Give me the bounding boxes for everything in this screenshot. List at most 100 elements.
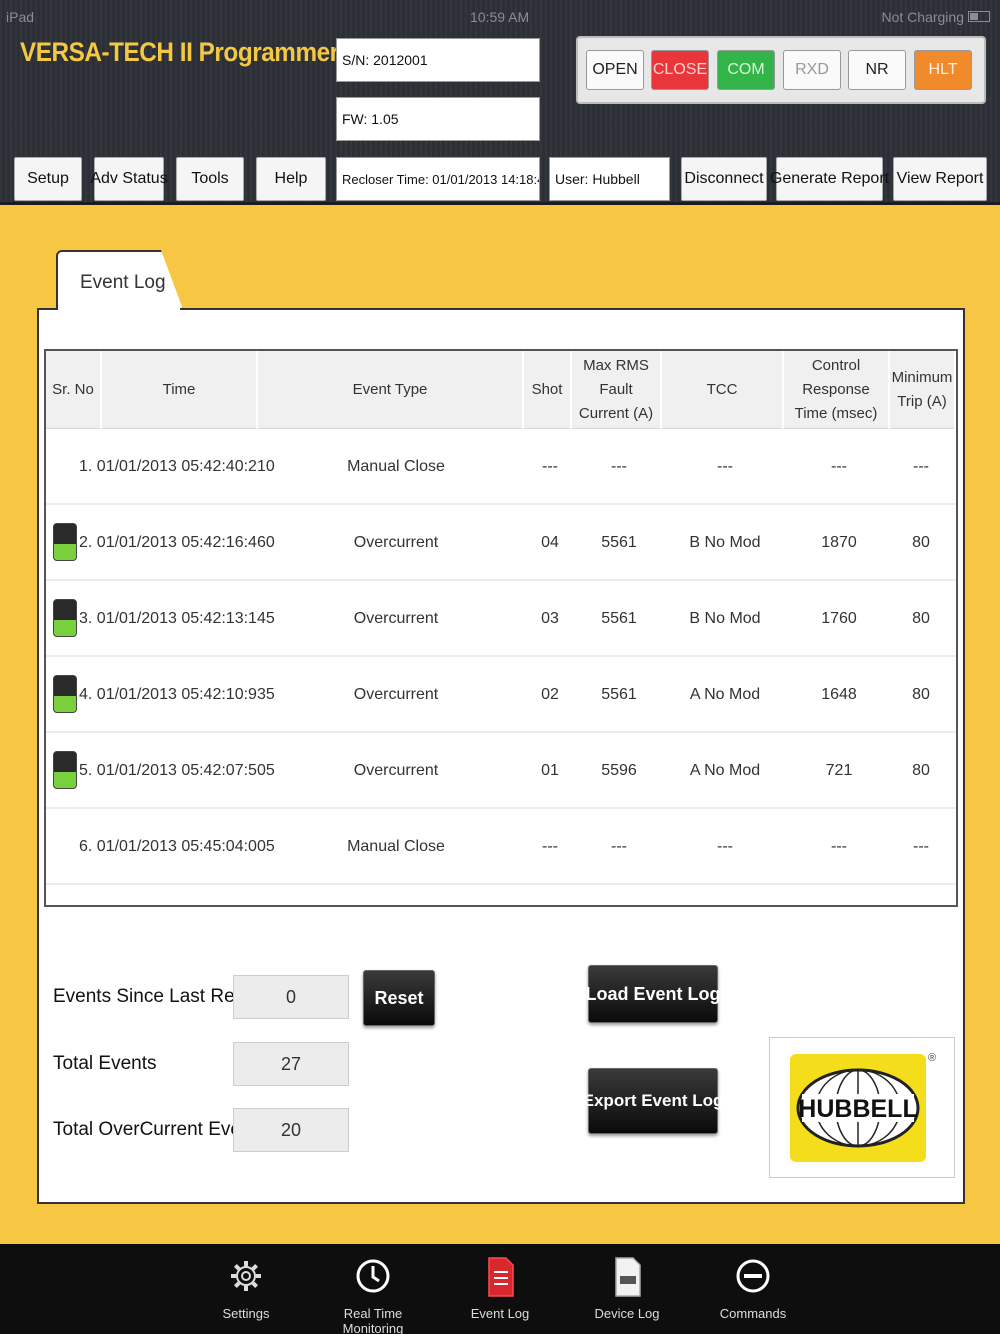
row-max-rms: 5596 [601, 762, 637, 779]
document-icon [488, 1257, 514, 1297]
row-time: 5. 01/01/2013 05:42:07:505 [79, 762, 275, 779]
hlt-indicator[interactable]: HLT [914, 50, 972, 90]
view-report-button[interactable]: View Report [893, 157, 987, 201]
tab-real-time-monitoring[interactable]: Real Time Monitoring [313, 1244, 433, 1334]
row-max-rms: 5561 [601, 686, 637, 703]
table-row-1[interactable]: 1. 01/01/2013 05:42:40:210 Manual Close … [46, 429, 956, 505]
tab-commands[interactable]: Commands [693, 1244, 813, 1334]
waveform-icon[interactable] [53, 599, 77, 637]
serial-number-field: S/N: 2012001 [336, 38, 540, 82]
row-min-trip: 80 [912, 534, 930, 551]
tab-event-log-bottom[interactable]: Event Log [440, 1244, 560, 1334]
table-row-6[interactable]: 6. 01/01/2013 05:45:04:005 Manual Close … [46, 809, 956, 885]
col-min-trip: Minimum Trip (A) [890, 351, 956, 429]
row-max-rms: 5561 [601, 610, 637, 627]
waveform-icon[interactable] [53, 751, 77, 789]
bottom-tab-bar: Settings Real Time Monitoring Event Log … [0, 1244, 1000, 1334]
export-event-log-button[interactable]: Export Event Log [583, 1068, 723, 1134]
row-tcc: B No Mod [689, 610, 761, 627]
row-tcc: B No Mod [689, 534, 761, 551]
user-field: User: Hubbell [549, 157, 670, 201]
nr-indicator[interactable]: NR [848, 50, 906, 90]
minus-circle-icon [736, 1259, 770, 1293]
clock-icon [356, 1259, 390, 1293]
tab-device-log-label: Device Log [594, 1306, 660, 1321]
tab-settings[interactable]: Settings [186, 1244, 306, 1334]
events-since-reset-label: Events Since Last Reset [53, 986, 260, 1007]
row-event-type: Manual Close [347, 458, 445, 475]
waveform-icon[interactable] [53, 675, 77, 713]
col-max-rms: Max RMS Fault Current (A) [572, 351, 662, 429]
row-time: 4. 01/01/2013 05:42:10:935 [79, 686, 275, 703]
hubbell-logo: HUBBELL ® [769, 1037, 955, 1178]
col-response-time: Control Response Time (msec) [784, 351, 890, 429]
row-shot: 04 [541, 534, 559, 551]
row-event-type: Overcurrent [353, 610, 439, 627]
col-tcc: TCC [662, 351, 784, 429]
row-tcc: --- [717, 838, 733, 855]
help-button[interactable]: Help [256, 157, 326, 201]
table-header: Sr. No Time Event Type Shot Max RMS Faul… [46, 351, 956, 429]
row-min-trip: 80 [912, 610, 930, 627]
row-max-rms: 5561 [601, 534, 637, 551]
row-max-rms: --- [611, 838, 627, 855]
row-response-time: 1648 [821, 686, 857, 703]
row-tcc: A No Mod [689, 762, 761, 779]
row-response-time: --- [831, 458, 847, 475]
gear-icon [231, 1261, 261, 1291]
total-events-value: 27 [233, 1042, 349, 1086]
rxd-indicator[interactable]: RXD [783, 50, 841, 90]
row-time: 6. 01/01/2013 05:45:04:005 [79, 838, 275, 855]
row-event-type: Overcurrent [353, 762, 439, 779]
tab-device-log[interactable]: Device Log [567, 1244, 687, 1334]
row-min-trip: --- [913, 458, 929, 475]
reset-button[interactable]: Reset [363, 970, 435, 1026]
setup-button[interactable]: Setup [14, 157, 82, 201]
hubbell-globe-icon: HUBBELL [796, 1068, 920, 1148]
ios-status-bar: iPad 10:59 AM Not Charging [0, 0, 1000, 30]
waveform-icon[interactable] [53, 523, 77, 561]
row-shot: 01 [541, 762, 559, 779]
row-min-trip: 80 [912, 762, 930, 779]
open-indicator[interactable]: OPEN [586, 50, 644, 90]
registered-mark: ® [928, 1052, 937, 1064]
col-shot: Shot [524, 351, 572, 429]
tab-settings-label: Settings [222, 1306, 270, 1321]
col-event-type: Event Type [258, 351, 524, 429]
row-tcc: --- [717, 458, 733, 475]
row-time: 3. 01/01/2013 05:42:13:145 [79, 610, 275, 627]
row-response-time: 721 [825, 762, 853, 779]
tab-commands-label: Commands [719, 1306, 787, 1321]
row-response-time: --- [831, 838, 847, 855]
total-events-label: Total Events [53, 1053, 157, 1074]
com-indicator[interactable]: COM [717, 50, 775, 90]
recloser-time-field: Recloser Time: 01/01/2013 14:18:44 [336, 157, 540, 201]
generate-report-button[interactable]: Generate Report [770, 157, 889, 201]
charging-status: Not Charging [881, 9, 965, 25]
tab-event-log-bottom-label: Event Log [470, 1306, 530, 1321]
firmware-field: FW: 1.05 [336, 97, 540, 141]
table-row-5[interactable]: 5. 01/01/2013 05:42:07:505 Overcurrent 0… [46, 733, 956, 809]
row-event-type: Overcurrent [353, 534, 439, 551]
close-indicator[interactable]: CLOSE [651, 50, 709, 90]
clock: 10:59 AM [470, 9, 530, 25]
table-row-2[interactable]: 2. 01/01/2013 05:42:16:460 Overcurrent 0… [46, 505, 956, 581]
events-since-reset-value: 0 [233, 975, 349, 1019]
row-response-time: 1870 [821, 534, 857, 551]
tab-event-log-label: Event Log [80, 272, 166, 293]
load-event-log-button[interactable]: Load Event Log [586, 965, 721, 1023]
disconnect-button[interactable]: Disconnect [681, 157, 767, 201]
row-event-type: Overcurrent [353, 686, 439, 703]
col-sr-no: Sr. No [46, 351, 102, 429]
adv-status-button[interactable]: Adv Status [90, 157, 168, 201]
log-document-icon [615, 1257, 641, 1297]
status-indicator-panel: OPEN CLOSE COM RXD NR HLT [576, 36, 986, 104]
event-log-table: Sr. No Time Event Type Shot Max RMS Faul… [44, 349, 958, 907]
tools-button[interactable]: Tools [176, 157, 244, 201]
row-shot: 03 [541, 610, 559, 627]
table-row-4[interactable]: 4. 01/01/2013 05:42:10:935 Overcurrent 0… [46, 657, 956, 733]
row-shot: --- [542, 458, 558, 475]
battery-icon [968, 11, 990, 22]
row-shot: --- [542, 838, 558, 855]
table-row-3[interactable]: 3. 01/01/2013 05:42:13:145 Overcurrent 0… [46, 581, 956, 657]
